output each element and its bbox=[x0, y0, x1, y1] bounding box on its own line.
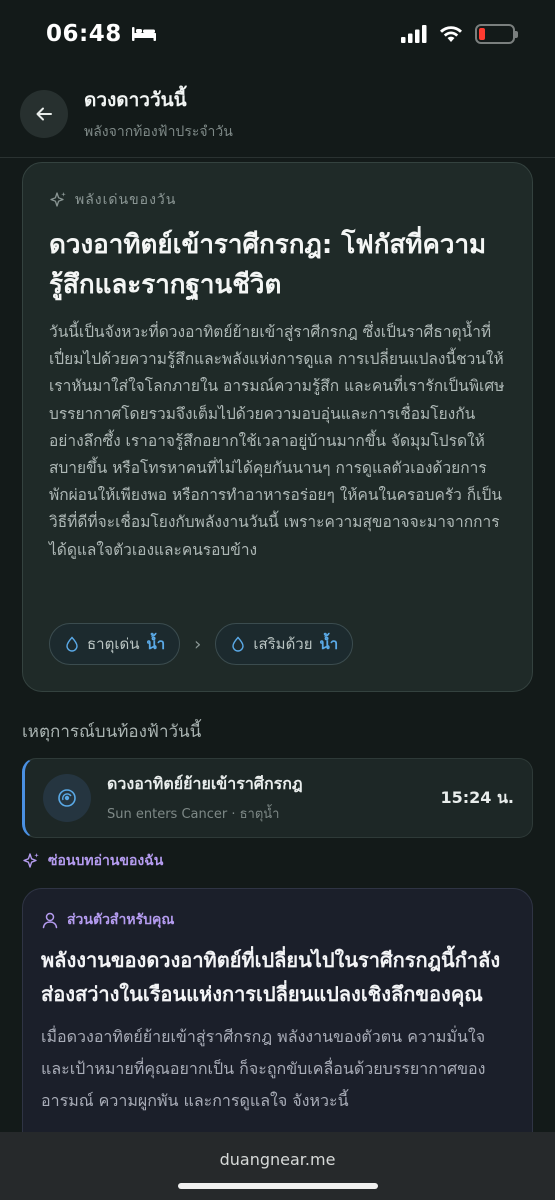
sleep-icon bbox=[131, 27, 156, 41]
hide-reading-button[interactable]: ซ่อนบทอ่านของฉัน bbox=[22, 850, 163, 872]
highlight-tag: พลังเด่นของวัน bbox=[49, 189, 506, 211]
dominant-element-pill[interactable]: ธาตุเด่น น้ำ bbox=[49, 623, 181, 665]
highlight-body: วันนี้เป็นจังหวะที่ดวงอาทิตย์ย้ายเข้าสู่… bbox=[49, 323, 505, 559]
personal-body: เมื่อดวงอาทิตย์ย้ายเข้าสู่ราศีกรกฎ พลังง… bbox=[41, 1027, 486, 1110]
personal-tag-label: ส่วนตัวสำหรับคุณ bbox=[67, 912, 175, 928]
daily-highlight-card: พลังเด่นของวัน ดวงอาทิตย์เข้าราศีกรกฎ: โ… bbox=[22, 162, 533, 692]
page-subtitle: พลังจากท้องฟ้าประจำวัน bbox=[84, 123, 233, 140]
support-element-label: เสริมด้วย bbox=[253, 635, 313, 653]
event-time: 15:24 น. bbox=[440, 787, 514, 807]
chevron-right-icon: › bbox=[194, 633, 202, 655]
browser-address-bar[interactable]: duangnear.me bbox=[0, 1132, 555, 1200]
sparkle-icon bbox=[50, 192, 66, 207]
url-text: duangnear.me bbox=[219, 1150, 336, 1169]
arrow-left-icon bbox=[36, 107, 52, 120]
back-button[interactable] bbox=[20, 89, 68, 138]
sparkle-icon bbox=[23, 853, 39, 868]
event-subtitle: Sun enters Cancer · ธาตุน้ำ bbox=[107, 807, 280, 822]
water-drop-icon bbox=[66, 636, 78, 652]
support-element-value: น้ำ bbox=[319, 635, 339, 653]
event-title: ดวงอาทิตย์ย้ายเข้าราศีกรกฎ bbox=[107, 774, 303, 793]
cellular-signal-icon bbox=[401, 25, 427, 43]
highlight-tag-label: พลังเด่นของวัน bbox=[75, 192, 177, 208]
water-drop-icon bbox=[232, 636, 245, 652]
wifi-icon bbox=[440, 26, 462, 42]
personal-title: พลังงานของดวงอาทิตย์ที่เปลี่ยนไปในราศีกร… bbox=[41, 948, 501, 1006]
home-indicator[interactable] bbox=[178, 1183, 378, 1189]
dominant-element-label: ธาตุเด่น bbox=[87, 635, 140, 653]
sky-event-item[interactable]: ดวงอาทิตย์ย้ายเข้าราศีกรกฎ Sun enters Ca… bbox=[22, 758, 533, 838]
highlight-title: ดวงอาทิตย์เข้าราศีกรกฎ: โฟกัสที่ความรู้ส… bbox=[49, 230, 487, 300]
element-pills: ธาตุเด่น น้ำ › เสริมด้วย น้ำ bbox=[49, 623, 354, 665]
hide-reading-label: ซ่อนบทอ่านของฉัน bbox=[48, 853, 164, 869]
personal-tag: ส่วนตัวสำหรับคุณ bbox=[41, 909, 514, 931]
page-title: ดวงดาววันนี้ bbox=[84, 88, 187, 111]
user-icon bbox=[42, 912, 58, 929]
events-section-title: เหตุการณ์บนท้องฟ้าวันนี้ bbox=[22, 722, 202, 742]
status-time: 06:48 bbox=[46, 21, 122, 47]
status-bar: 06:48 bbox=[0, 0, 555, 68]
page-header: ดวงดาววันนี้ พลังจากท้องฟ้าประจำวัน bbox=[0, 70, 555, 158]
dominant-element-value: น้ำ bbox=[146, 635, 166, 653]
sun-icon bbox=[43, 774, 91, 822]
support-element-pill[interactable]: เสริมด้วย น้ำ bbox=[215, 623, 354, 665]
battery-icon bbox=[475, 24, 518, 44]
